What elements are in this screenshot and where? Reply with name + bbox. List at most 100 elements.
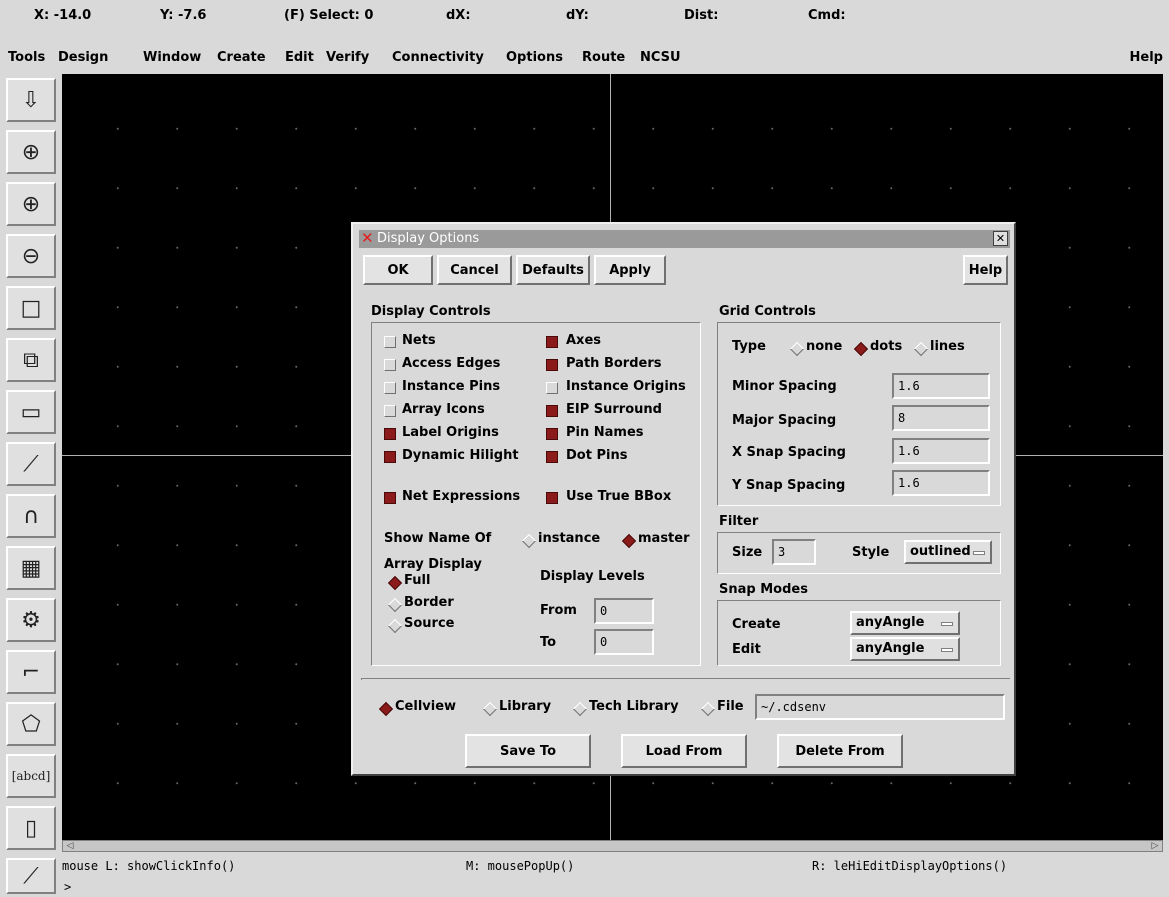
pin-icon[interactable]: ⚙ [6, 598, 56, 642]
help-button[interactable]: Help [963, 255, 1008, 285]
menu-ncsu[interactable]: NCSU [640, 50, 681, 65]
to-level-field[interactable]: 0 [594, 629, 654, 655]
instance-icon[interactable]: ▦ [6, 546, 56, 590]
instance-radio[interactable] [522, 534, 534, 546]
grid-controls-heading: Grid Controls [719, 304, 816, 319]
nets-label: Nets [402, 333, 436, 348]
apply-button[interactable]: Apply [594, 255, 666, 285]
tech-library-radio[interactable] [573, 702, 585, 714]
y-snap-spacing-field[interactable]: 1.6 [892, 470, 990, 496]
border-radio[interactable] [388, 598, 400, 610]
library-radio[interactable] [483, 702, 495, 714]
label-icon[interactable]: [abcd] [6, 754, 56, 798]
cancel-button[interactable]: Cancel [437, 255, 512, 285]
grid-none-radio[interactable] [790, 342, 802, 354]
cellview-radio[interactable] [379, 702, 391, 714]
close-icon[interactable]: ✕ [993, 231, 1008, 246]
save-to-button[interactable]: Save To [465, 734, 591, 768]
menu-bar: Tools Design Window Create Edit Verify C… [0, 44, 1169, 72]
polygon-icon[interactable]: ⬠ [6, 702, 56, 746]
menu-window[interactable]: Window [143, 50, 201, 65]
x-snap-spacing-field[interactable]: 1.6 [892, 438, 990, 464]
command-prompt[interactable]: > [62, 880, 1167, 897]
move-icon[interactable]: ▭ [6, 390, 56, 434]
filter-style-dropdown[interactable]: outlined [904, 540, 992, 564]
dropdown-indicator-icon [941, 648, 953, 652]
library-label: Library [499, 699, 552, 714]
axes-checkbox[interactable] [546, 336, 558, 348]
dynamic-hilight-checkbox[interactable] [384, 451, 396, 463]
zoom-fit-icon[interactable]: ⊕ [6, 130, 56, 174]
source-radio[interactable] [388, 619, 400, 631]
horizontal-scrollbar[interactable]: ◁ ▷ [62, 840, 1163, 852]
save-icon[interactable]: ⇩ [6, 78, 56, 122]
menu-route[interactable]: Route [582, 50, 625, 65]
to-label: To [540, 635, 557, 650]
wire-icon[interactable]: ⟋ [6, 442, 56, 486]
array-icons-checkbox[interactable] [384, 405, 396, 417]
grid-dots-radio[interactable] [854, 342, 866, 354]
pin-names-checkbox[interactable] [546, 428, 558, 440]
dialog-titlebar[interactable]: ✕ Display Options ✕ [359, 229, 1010, 248]
delete-from-button[interactable]: Delete From [777, 734, 903, 768]
grid-none-label: none [806, 339, 843, 354]
axes-label: Axes [566, 333, 602, 348]
defaults-button[interactable]: Defaults [516, 255, 590, 285]
net-expressions-checkbox[interactable] [384, 492, 396, 504]
label-origins-checkbox[interactable] [384, 428, 396, 440]
ok-button[interactable]: OK [363, 255, 433, 285]
use-true-bbox-label: Use True BBox [566, 489, 672, 504]
x-logo-icon: ✕ [361, 229, 374, 247]
grid-lines-radio[interactable] [914, 342, 926, 354]
path-borders-checkbox[interactable] [546, 359, 558, 371]
snap-create-dropdown[interactable]: anyAngle [850, 611, 960, 635]
grid-controls-group: Type none dots lines Minor Spacing 1.6 M… [717, 322, 1001, 506]
zoom-in-icon[interactable]: ⊕ [6, 182, 56, 226]
menu-connectivity[interactable]: Connectivity [392, 50, 484, 65]
minor-spacing-label: Minor Spacing [732, 379, 837, 394]
dot-pins-checkbox[interactable] [546, 451, 558, 463]
scroll-left-icon[interactable]: ◁ [63, 841, 77, 851]
master-radio[interactable] [622, 534, 634, 546]
array-icons-label: Array Icons [402, 402, 485, 417]
ruler-icon[interactable]: ⟋ [6, 858, 56, 894]
major-spacing-field[interactable]: 8 [892, 405, 990, 431]
snap-create-value: anyAngle [856, 615, 925, 630]
instance-pins-checkbox[interactable] [384, 382, 396, 394]
filter-size-field[interactable]: 3 [772, 539, 816, 565]
rectangle-icon[interactable]: ▯ [6, 806, 56, 850]
instance-origins-checkbox[interactable] [546, 382, 558, 394]
menu-tools[interactable]: Tools [8, 50, 45, 65]
grid-type-label: Type [732, 339, 766, 354]
copy-icon[interactable]: ⧉ [6, 338, 56, 382]
label-origins-label: Label Origins [402, 425, 499, 440]
minor-spacing-field[interactable]: 1.6 [892, 373, 990, 399]
access-edges-checkbox[interactable] [384, 359, 396, 371]
menu-create[interactable]: Create [217, 50, 266, 65]
border-radio-label: Border [404, 595, 454, 610]
menu-verify[interactable]: Verify [326, 50, 369, 65]
menu-design[interactable]: Design [58, 50, 108, 65]
pin-names-label: Pin Names [566, 425, 644, 440]
file-path-field[interactable]: ~/.cdsenv [755, 694, 1005, 720]
zoom-out-icon[interactable]: ⊖ [6, 234, 56, 278]
eip-surround-checkbox[interactable] [546, 405, 558, 417]
full-radio[interactable] [388, 576, 400, 588]
snap-edit-dropdown[interactable]: anyAngle [850, 637, 960, 661]
use-true-bbox-checkbox[interactable] [546, 492, 558, 504]
load-from-button[interactable]: Load From [621, 734, 747, 768]
mouse-bindings-bar: mouse L: showClickInfo() M: mousePopUp()… [62, 853, 1167, 879]
scroll-right-icon[interactable]: ▷ [1148, 841, 1162, 851]
from-level-field[interactable]: 0 [594, 598, 654, 624]
menu-edit[interactable]: Edit [285, 50, 314, 65]
menu-options[interactable]: Options [506, 50, 563, 65]
file-radio[interactable] [701, 702, 713, 714]
path-icon[interactable]: ⌐ [6, 650, 56, 694]
select-count: (F) Select: 0 [284, 8, 374, 23]
separator [361, 678, 1010, 680]
menu-help[interactable]: Help [1130, 50, 1163, 65]
stretch-icon[interactable]: □ [6, 286, 56, 330]
nets-checkbox[interactable] [384, 336, 396, 348]
arc-icon[interactable]: ∩ [6, 494, 56, 538]
dist-readout: Dist: [684, 8, 719, 23]
